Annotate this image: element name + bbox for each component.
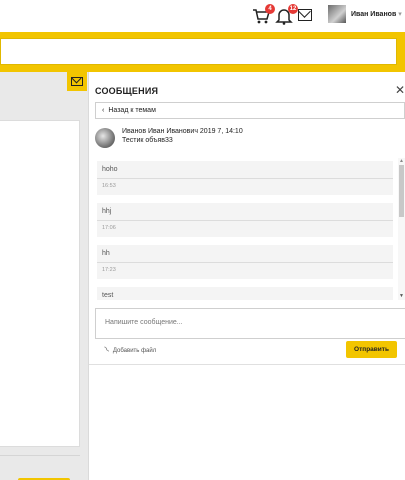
message-text: test [102,292,114,299]
cart-icon[interactable]: 4 [252,4,275,25]
messages-toggle-button[interactable] [67,72,87,91]
top-header: 4 12 Иван Иванов ▾ [0,0,405,32]
scrollbar-thumb[interactable] [399,165,404,217]
user-name: Иван Иванов [351,11,397,18]
attach-file-button[interactable]: ⌇ Добавить файл [102,344,157,355]
message-divider [97,220,393,221]
panel-divider [89,364,405,365]
paperclip-icon: ⌇ [102,344,112,355]
send-button[interactable]: Отправить [346,341,397,358]
cart-badge: 4 [265,4,275,14]
mail-icon [71,77,83,86]
message-item: hhj 17:06 [97,203,393,237]
thread-header: Иванов Иван Иванович 2019 7, 14:10 Тести… [95,126,401,152]
thread-subject: Тестик объяв33 [122,137,173,144]
panel-title: СООБЩЕНИЯ [95,86,159,96]
user-menu[interactable]: Иван Иванов ▾ [351,10,402,18]
message-text: hhj [102,208,112,215]
notifications-badge: 12 [288,4,298,14]
message-item: hh 17:23 [97,245,393,279]
message-time: 17:06 [102,225,116,231]
background-divider [0,455,80,456]
search-input[interactable] [0,38,397,65]
attach-label: Добавить файл [112,348,157,354]
message-placeholder: Напишите сообщение... [105,319,183,326]
page: 4 12 Иван Иванов ▾ СООБЩЕНИЯ ✕ ‹ Назад к т… [0,0,405,480]
close-icon[interactable]: ✕ [395,84,405,96]
message-item: test [97,287,393,300]
back-to-topics-button[interactable]: ‹ Назад к темам [95,102,405,119]
avatar [95,128,115,148]
message-input[interactable]: Напишите сообщение... [95,308,405,339]
chevron-left-icon: ‹ [102,107,105,114]
user-avatar[interactable] [328,5,346,23]
message-time: 17:23 [102,267,116,273]
message-text: hoho [102,166,118,173]
scroll-down-icon[interactable]: ▼ [399,293,404,299]
bell-icon[interactable]: 12 [275,4,298,25]
message-item: hoho 16:53 [97,161,393,195]
background-card [0,120,80,447]
messages-panel: СООБЩЕНИЯ ✕ ‹ Назад к темам Иванов Иван И… [88,72,405,480]
message-divider [97,262,393,263]
back-label: Назад к темам [108,107,156,114]
message-text: hh [102,250,110,257]
message-divider [97,178,393,179]
thread-author: Иванов Иван Иванович 2019 7, 14:10 [122,128,243,135]
message-list[interactable]: hoho 16:53 hhj 17:06 hh 17:23 test ▲ ▼ [95,158,405,300]
chevron-down-icon: ▾ [398,11,402,18]
scroll-up-icon[interactable]: ▲ [399,158,404,164]
mail-icon[interactable] [298,9,312,21]
message-time: 16:53 [102,183,116,189]
